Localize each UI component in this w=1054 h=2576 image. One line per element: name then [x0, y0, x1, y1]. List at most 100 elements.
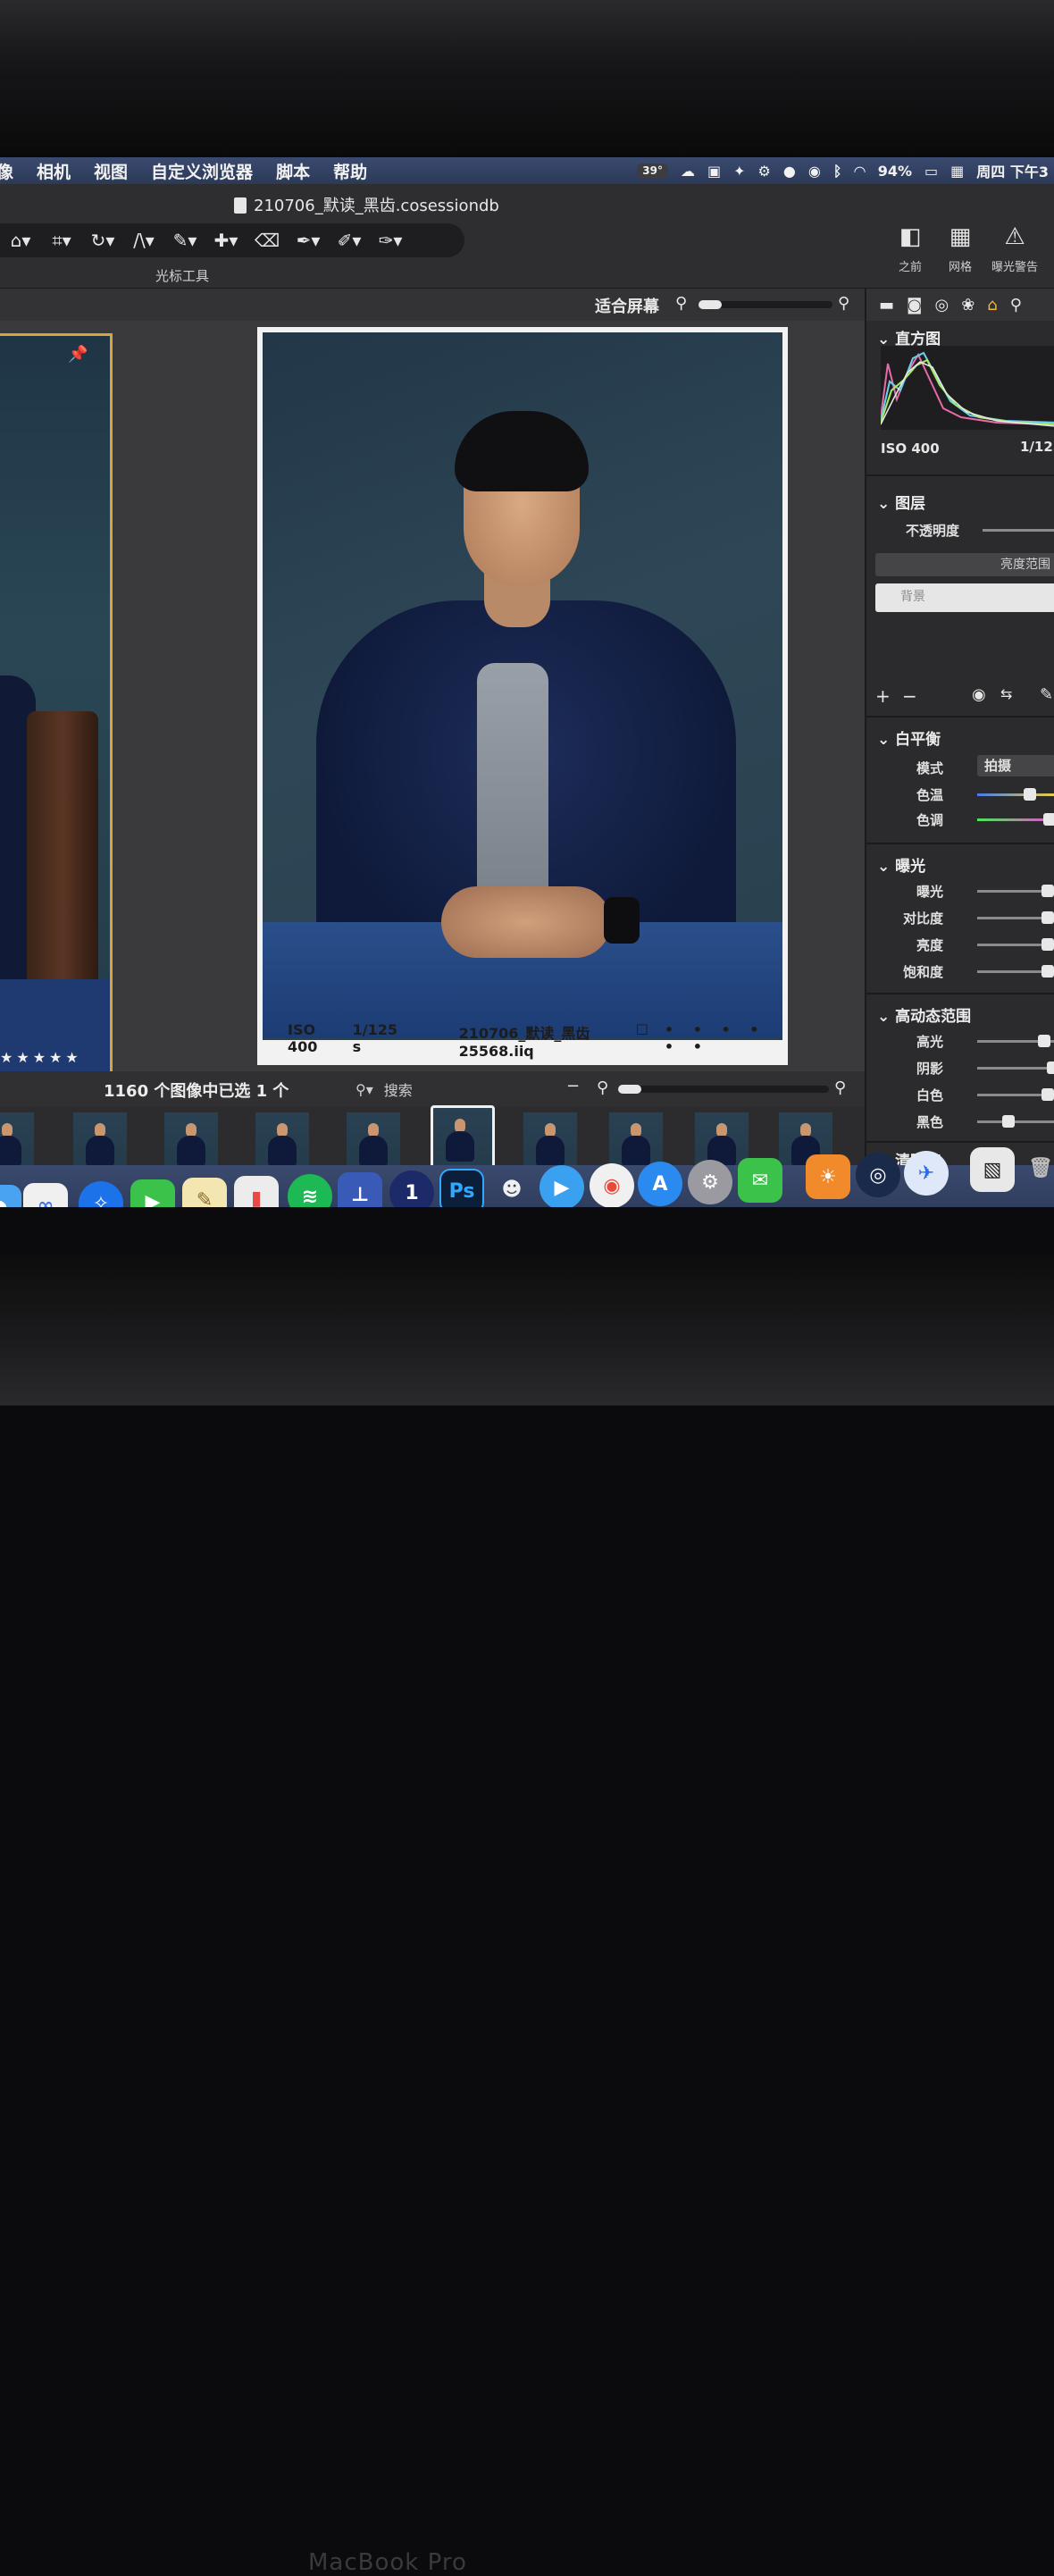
- bird-icon[interactable]: ✦: [733, 163, 745, 180]
- hdr-title[interactable]: ⌄ 高动态范围: [866, 1003, 1054, 1026]
- add-layer-icon[interactable]: +: [875, 685, 891, 707]
- rating-dots[interactable]: • • • • • •: [665, 1021, 788, 1060]
- zoom-slider-thumb[interactable]: [698, 300, 722, 309]
- search-field[interactable]: ⚲▾ 搜索: [356, 1078, 579, 1100]
- annotate-tool-icon[interactable]: ✐▾: [329, 230, 370, 251]
- spotify-icon[interactable]: ≋: [288, 1174, 332, 1207]
- infuse-icon[interactable]: ☀: [806, 1154, 850, 1199]
- app-store-icon[interactable]: A: [638, 1162, 682, 1206]
- crop-tool-icon[interactable]: ⌗▾: [41, 230, 82, 251]
- hdr-slider-thumb[interactable]: [1038, 1035, 1050, 1047]
- menu-view[interactable]: 视图: [94, 159, 128, 183]
- swap-icon[interactable]: ⇆: [1000, 685, 1012, 702]
- pin-icon[interactable]: 📌: [68, 345, 88, 364]
- airmail-icon[interactable]: ✈: [904, 1151, 949, 1196]
- details-tab-icon[interactable]: ⚲: [1010, 296, 1022, 315]
- exposure-title[interactable]: ⌄ 曝光: [866, 853, 1054, 876]
- menu-scripts[interactable]: 脚本: [276, 159, 310, 183]
- wb-temp-slider[interactable]: [977, 793, 1054, 796]
- battery-text[interactable]: 94%: [878, 163, 912, 180]
- clock[interactable]: 周四 下午3: [976, 160, 1049, 181]
- menu-help[interactable]: 帮助: [333, 159, 367, 183]
- hdr-slider-thumb[interactable]: [1041, 1088, 1054, 1101]
- hdr-slider[interactable]: [977, 1067, 1054, 1070]
- rotate-tool-icon[interactable]: ↻▾: [82, 230, 123, 251]
- wb-mode-select[interactable]: 拍摄: [977, 755, 1054, 776]
- messages-icon[interactable]: ●: [0, 1185, 21, 1207]
- trash-icon[interactable]: 🗑: [1018, 1145, 1054, 1190]
- gear-icon[interactable]: ⚙: [758, 163, 771, 180]
- 1password-icon[interactable]: 1: [389, 1171, 434, 1207]
- thumb-size-large-icon[interactable]: ⚲: [834, 1078, 846, 1097]
- zoom-slider[interactable]: [698, 300, 832, 309]
- qq-icon[interactable]: ☻: [489, 1167, 534, 1207]
- heal-tool-icon[interactable]: ✚▾: [205, 230, 247, 251]
- picker-tool-icon[interactable]: ✒▾: [288, 230, 329, 251]
- facetime-icon[interactable]: ▶: [130, 1179, 175, 1207]
- activity-monitor-icon[interactable]: ▧: [970, 1147, 1015, 1192]
- luminosity-range-button[interactable]: 亮度范围: [875, 553, 1054, 576]
- input-method-icon[interactable]: ▦: [950, 163, 964, 180]
- rating-stars[interactable]: ★★★★★: [0, 1049, 82, 1066]
- exposure-tab-icon[interactable]: ⌂: [987, 296, 997, 315]
- hdr-slider-thumb[interactable]: [1002, 1115, 1015, 1128]
- wb-tint-slider-thumb[interactable]: [1042, 813, 1054, 826]
- keystone-tool-icon[interactable]: /\▾: [123, 230, 164, 251]
- thumb-size-small-icon[interactable]: ⚲: [597, 1078, 608, 1097]
- system-preferences-icon[interactable]: ⚙: [688, 1160, 732, 1204]
- exposure-slider-thumb[interactable]: [1041, 938, 1054, 951]
- wechat-icon[interactable]: ✉: [738, 1158, 782, 1203]
- brush-icon[interactable]: ✎: [1040, 685, 1053, 704]
- steam-icon[interactable]: ◎: [856, 1153, 900, 1197]
- hdr-slider-thumb[interactable]: [1047, 1061, 1054, 1074]
- exposure-slider-thumb[interactable]: [1041, 885, 1054, 897]
- temperature-badge[interactable]: 39°: [637, 164, 668, 178]
- camera-tab-icon[interactable]: ◙: [907, 296, 922, 315]
- keynote-icon[interactable]: ⊥: [338, 1172, 382, 1207]
- folder-tab-icon[interactable]: ▬: [879, 296, 894, 315]
- remove-layer-icon[interactable]: −: [902, 685, 917, 707]
- thumb-size-slider[interactable]: [618, 1085, 829, 1094]
- background-layer[interactable]: 背景: [875, 583, 1054, 612]
- search-icon[interactable]: ⚲▾: [356, 1081, 373, 1098]
- bluetooth-icon[interactable]: ᛒ: [833, 163, 842, 180]
- zoom-out-icon[interactable]: ⚲: [675, 294, 687, 313]
- numbers-icon[interactable]: ▮: [234, 1176, 279, 1207]
- brush-tool-icon[interactable]: ✎▾: [164, 230, 205, 251]
- select-tool-icon[interactable]: ⌂▾: [0, 230, 41, 251]
- thumb-zoom-out-icon[interactable]: −: [566, 1077, 580, 1095]
- before-button[interactable]: ◧ 之前: [899, 223, 922, 274]
- battery-icon[interactable]: ▭: [924, 163, 938, 180]
- white-balance-title[interactable]: ⌄ 白平衡: [866, 726, 1054, 749]
- opacity-slider[interactable]: [983, 529, 1054, 532]
- exposure-slider-thumb[interactable]: [1041, 965, 1054, 978]
- safari-icon[interactable]: ✧: [79, 1181, 123, 1207]
- notes-icon[interactable]: ✎: [182, 1178, 227, 1207]
- hdr-slider[interactable]: [977, 1120, 1054, 1123]
- chrome-icon[interactable]: ◉: [590, 1163, 634, 1207]
- menu-custom-browser[interactable]: 自定义浏览器: [151, 159, 253, 183]
- eraser-tool-icon[interactable]: ⌫: [247, 230, 288, 251]
- layers-title[interactable]: ⌄ 图层: [866, 491, 1054, 513]
- main-image-frame[interactable]: ISO 400 1/125 s 210706_默读_黑齿25568.iiq ☐ …: [257, 327, 788, 1065]
- display-icon[interactable]: ▣: [707, 163, 721, 180]
- creative-cloud-icon[interactable]: ☁: [681, 163, 695, 180]
- photoshop-icon[interactable]: Ps: [439, 1169, 484, 1207]
- quicktime-icon[interactable]: ▶: [540, 1165, 584, 1207]
- disk-icon[interactable]: ◉: [808, 163, 821, 180]
- thumb-size-slider-thumb[interactable]: [618, 1085, 641, 1094]
- pen-tool-icon[interactable]: ✑▾: [370, 230, 411, 251]
- menu-camera[interactable]: 相机: [37, 159, 71, 183]
- wifi-icon[interactable]: ◠: [854, 163, 865, 180]
- menu-photo[interactable]: 像: [0, 159, 13, 183]
- color-tab-icon[interactable]: ❀: [961, 296, 975, 315]
- fit-screen-label[interactable]: 适合屏幕: [595, 294, 659, 317]
- checkbox-icon[interactable]: ☐: [636, 1021, 648, 1060]
- baidu-netdisk-icon[interactable]: ∞: [23, 1183, 68, 1207]
- visibility-icon[interactable]: ◉: [972, 685, 986, 704]
- previous-image[interactable]: 📌 ★★★★★: [0, 333, 113, 1075]
- grid-button[interactable]: ▦ 网格: [949, 223, 972, 274]
- exposure-warning-button[interactable]: ⚠ 曝光警告: [991, 223, 1038, 274]
- exposure-slider-thumb[interactable]: [1041, 911, 1054, 924]
- lens-tab-icon[interactable]: ◎: [934, 296, 949, 315]
